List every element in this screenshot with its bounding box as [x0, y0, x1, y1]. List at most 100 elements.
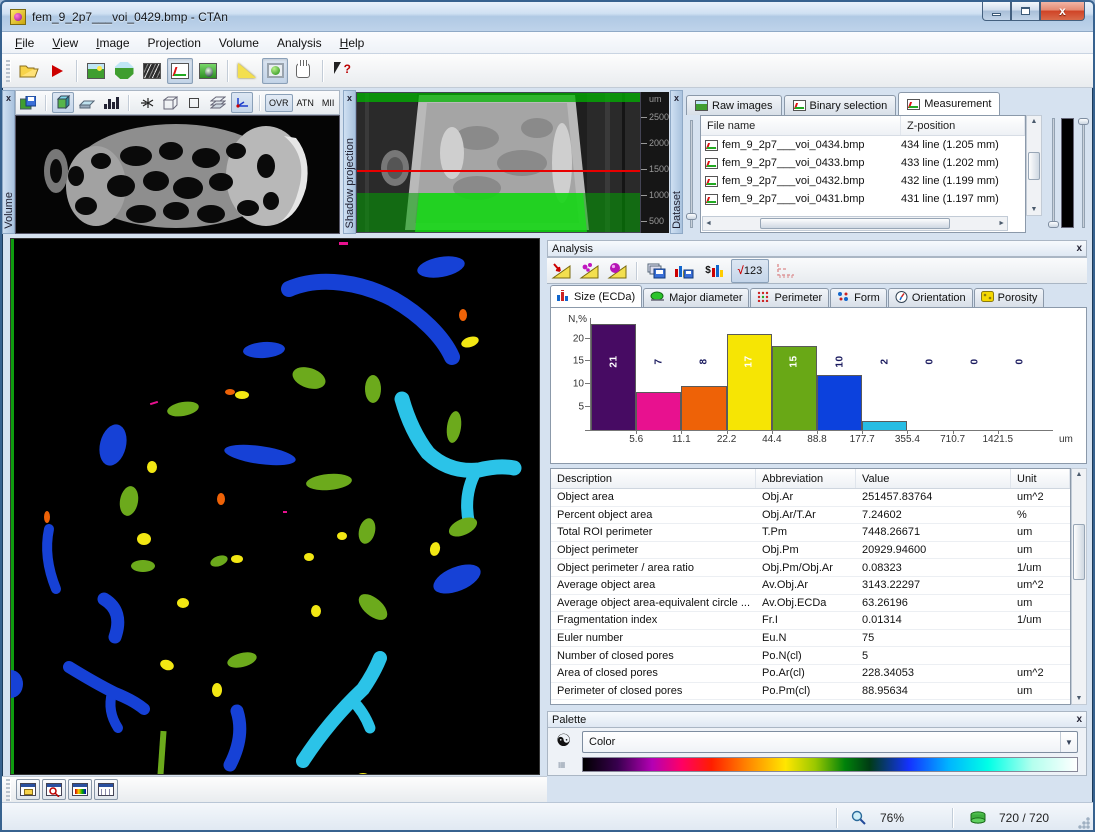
menu-volume[interactable]: Volume [210, 34, 268, 52]
dataset-range-slider-high[interactable] [1078, 118, 1089, 228]
palette-select[interactable]: Color ▼ [582, 731, 1078, 753]
table-row[interactable]: Area of closed poresPo.Ar(cl)228.34053um… [551, 665, 1070, 683]
menu-file[interactable]: File [6, 34, 43, 52]
2d-analysis-button[interactable] [548, 259, 574, 283]
render-mode-mii-button[interactable]: MII [318, 94, 339, 112]
file-list-hscrollbar[interactable]: ◄► [702, 216, 1008, 231]
tab-raw-images[interactable]: Raw images [686, 95, 782, 115]
measure-button[interactable] [234, 58, 260, 84]
maximize-button[interactable] [1011, 2, 1040, 21]
invert-palette-icon[interactable]: ☯ [556, 732, 571, 749]
save-view-button[interactable] [17, 92, 39, 113]
minimize-button[interactable] [982, 2, 1011, 21]
menu-image[interactable]: Image [87, 34, 138, 52]
slider-thumb[interactable] [1078, 118, 1089, 125]
tab-porosity[interactable]: Porosity [974, 288, 1045, 307]
menu-view[interactable]: View [43, 34, 87, 52]
individual-object-analysis-button[interactable] [604, 259, 630, 283]
tab-major-diameter[interactable]: Major diameter [643, 288, 749, 307]
context-help-button[interactable] [329, 58, 355, 84]
custom-processing-button[interactable] [771, 259, 799, 283]
close-button[interactable]: x [1040, 2, 1085, 21]
slice-stack-button[interactable] [207, 92, 229, 113]
table-row[interactable]: Average object areaAv.Obj.Ar3143.22297um… [551, 577, 1070, 595]
run-analysis-button[interactable] [44, 58, 70, 84]
file-row[interactable]: fem_9_2p7___voi_0431.bmp431 line (1.197 … [701, 190, 1025, 208]
column-file-name[interactable]: File name [701, 116, 901, 135]
tab-size-ecda-[interactable]: Size (ECDa) [550, 285, 642, 307]
file-list-vscrollbar[interactable]: ▲▼ [1026, 115, 1042, 216]
file-row[interactable]: fem_9_2p7___voi_0432.bmp432 line (1.199 … [701, 172, 1025, 190]
tab-binary-selection[interactable]: Binary selection [784, 95, 897, 115]
table-row[interactable]: Object areaObj.Ar251457.83764um^2 [551, 489, 1070, 507]
analysis-close-icon[interactable]: x [1076, 243, 1082, 254]
table-row[interactable]: Euler numberEu.N75 [551, 630, 1070, 648]
render-mode-ovr-button[interactable]: OVR [265, 94, 293, 112]
threshold-image-button[interactable] [139, 58, 165, 84]
volume-histogram-button[interactable] [100, 92, 122, 113]
table-row[interactable]: Perimeter of closed poresPo.Pm(cl)88.956… [551, 683, 1070, 701]
magnifier-window-button[interactable] [42, 779, 66, 800]
measurement-image-view[interactable] [10, 238, 540, 775]
histogram-values-button[interactable]: $ [699, 259, 729, 283]
results-window-icon [98, 783, 114, 796]
table-row[interactable]: Object perimeter / area ratioObj.Pm/Obj.… [551, 559, 1070, 577]
results-window-button[interactable] [94, 779, 118, 800]
clip-box-button[interactable] [183, 92, 205, 113]
menu-help[interactable]: Help [331, 34, 374, 52]
open-file-button[interactable] [16, 58, 42, 84]
table-row[interactable]: Object perimeterObj.Pm20929.94600um [551, 542, 1070, 560]
palette-close-icon[interactable]: x [1076, 714, 1082, 725]
column-unit[interactable]: Unit [1011, 469, 1070, 488]
pan-button[interactable] [290, 58, 316, 84]
column-abbreviation[interactable]: Abbreviation [756, 469, 856, 488]
marker-button[interactable] [135, 92, 157, 113]
table-row[interactable]: Number of closed poresPo.N(cl)5 [551, 647, 1070, 665]
dataset-left-slider[interactable] [686, 120, 697, 228]
palette-window-button[interactable] [68, 779, 92, 800]
tab-form[interactable]: Form [830, 288, 887, 307]
3d-analysis-button[interactable] [576, 259, 602, 283]
dataset-window-button[interactable] [16, 779, 40, 800]
column-z-position[interactable]: Z-position [901, 116, 1025, 135]
cut-plane-button[interactable] [76, 92, 98, 113]
palette-pane-header: Palette x [547, 711, 1087, 728]
volume-view[interactable] [15, 115, 340, 234]
3d-view-button[interactable] [262, 58, 288, 84]
shadow-close-icon[interactable]: x [347, 93, 352, 103]
solid-cube-button[interactable] [52, 92, 74, 113]
toolbar-grip[interactable] [6, 60, 11, 82]
table-row[interactable]: Total ROI perimeterT.Pm7448.26671um [551, 524, 1070, 542]
file-row[interactable]: fem_9_2p7___voi_0433.bmp433 line (1.202 … [701, 154, 1025, 172]
tab-orientation[interactable]: Orientation [888, 288, 973, 307]
palette-gradient-bar[interactable] [582, 757, 1078, 772]
file-row[interactable]: fem_9_2p7___voi_0434.bmp434 line (1.205 … [701, 136, 1025, 154]
processed-image-button[interactable] [195, 58, 221, 84]
binary-image-button[interactable] [167, 58, 193, 84]
dataset-range-slider-low[interactable] [1048, 118, 1059, 228]
table-row[interactable]: Percent object areaObj.Ar/T.Ar7.24602% [551, 507, 1070, 525]
table-row[interactable]: Average object area-equivalent circle ..… [551, 595, 1070, 613]
table-row[interactable]: Fragmentation indexFr.I0.013141/um [551, 612, 1070, 630]
shadow-projection-view[interactable] [356, 92, 641, 233]
resize-grip[interactable] [1078, 817, 1091, 830]
tab-perimeter[interactable]: Perimeter [750, 288, 829, 307]
column-value[interactable]: Value [856, 469, 1011, 488]
volume-close-icon[interactable]: x [6, 93, 11, 103]
slider-thumb[interactable] [686, 213, 697, 220]
wire-cube-button[interactable] [159, 92, 181, 113]
results-vscrollbar[interactable]: ▲▼ [1071, 468, 1087, 705]
render-mode-atn-button[interactable]: ATN [293, 94, 318, 112]
tab-measurement[interactable]: Measurement [898, 92, 1000, 115]
raw-image-button[interactable] [83, 58, 109, 84]
menu-analysis[interactable]: Analysis [268, 34, 331, 52]
column-description[interactable]: Description [551, 469, 756, 488]
save-results-button[interactable] [643, 259, 669, 283]
menu-projection[interactable]: Projection [139, 34, 210, 52]
slider-thumb[interactable] [1048, 221, 1059, 228]
save-histogram-button[interactable] [671, 259, 697, 283]
axes-button[interactable] [231, 92, 253, 113]
dataset-close-icon[interactable]: x [674, 93, 679, 103]
roi-image-button[interactable] [111, 58, 137, 84]
numeric-results-button[interactable]: √123 [731, 259, 769, 283]
